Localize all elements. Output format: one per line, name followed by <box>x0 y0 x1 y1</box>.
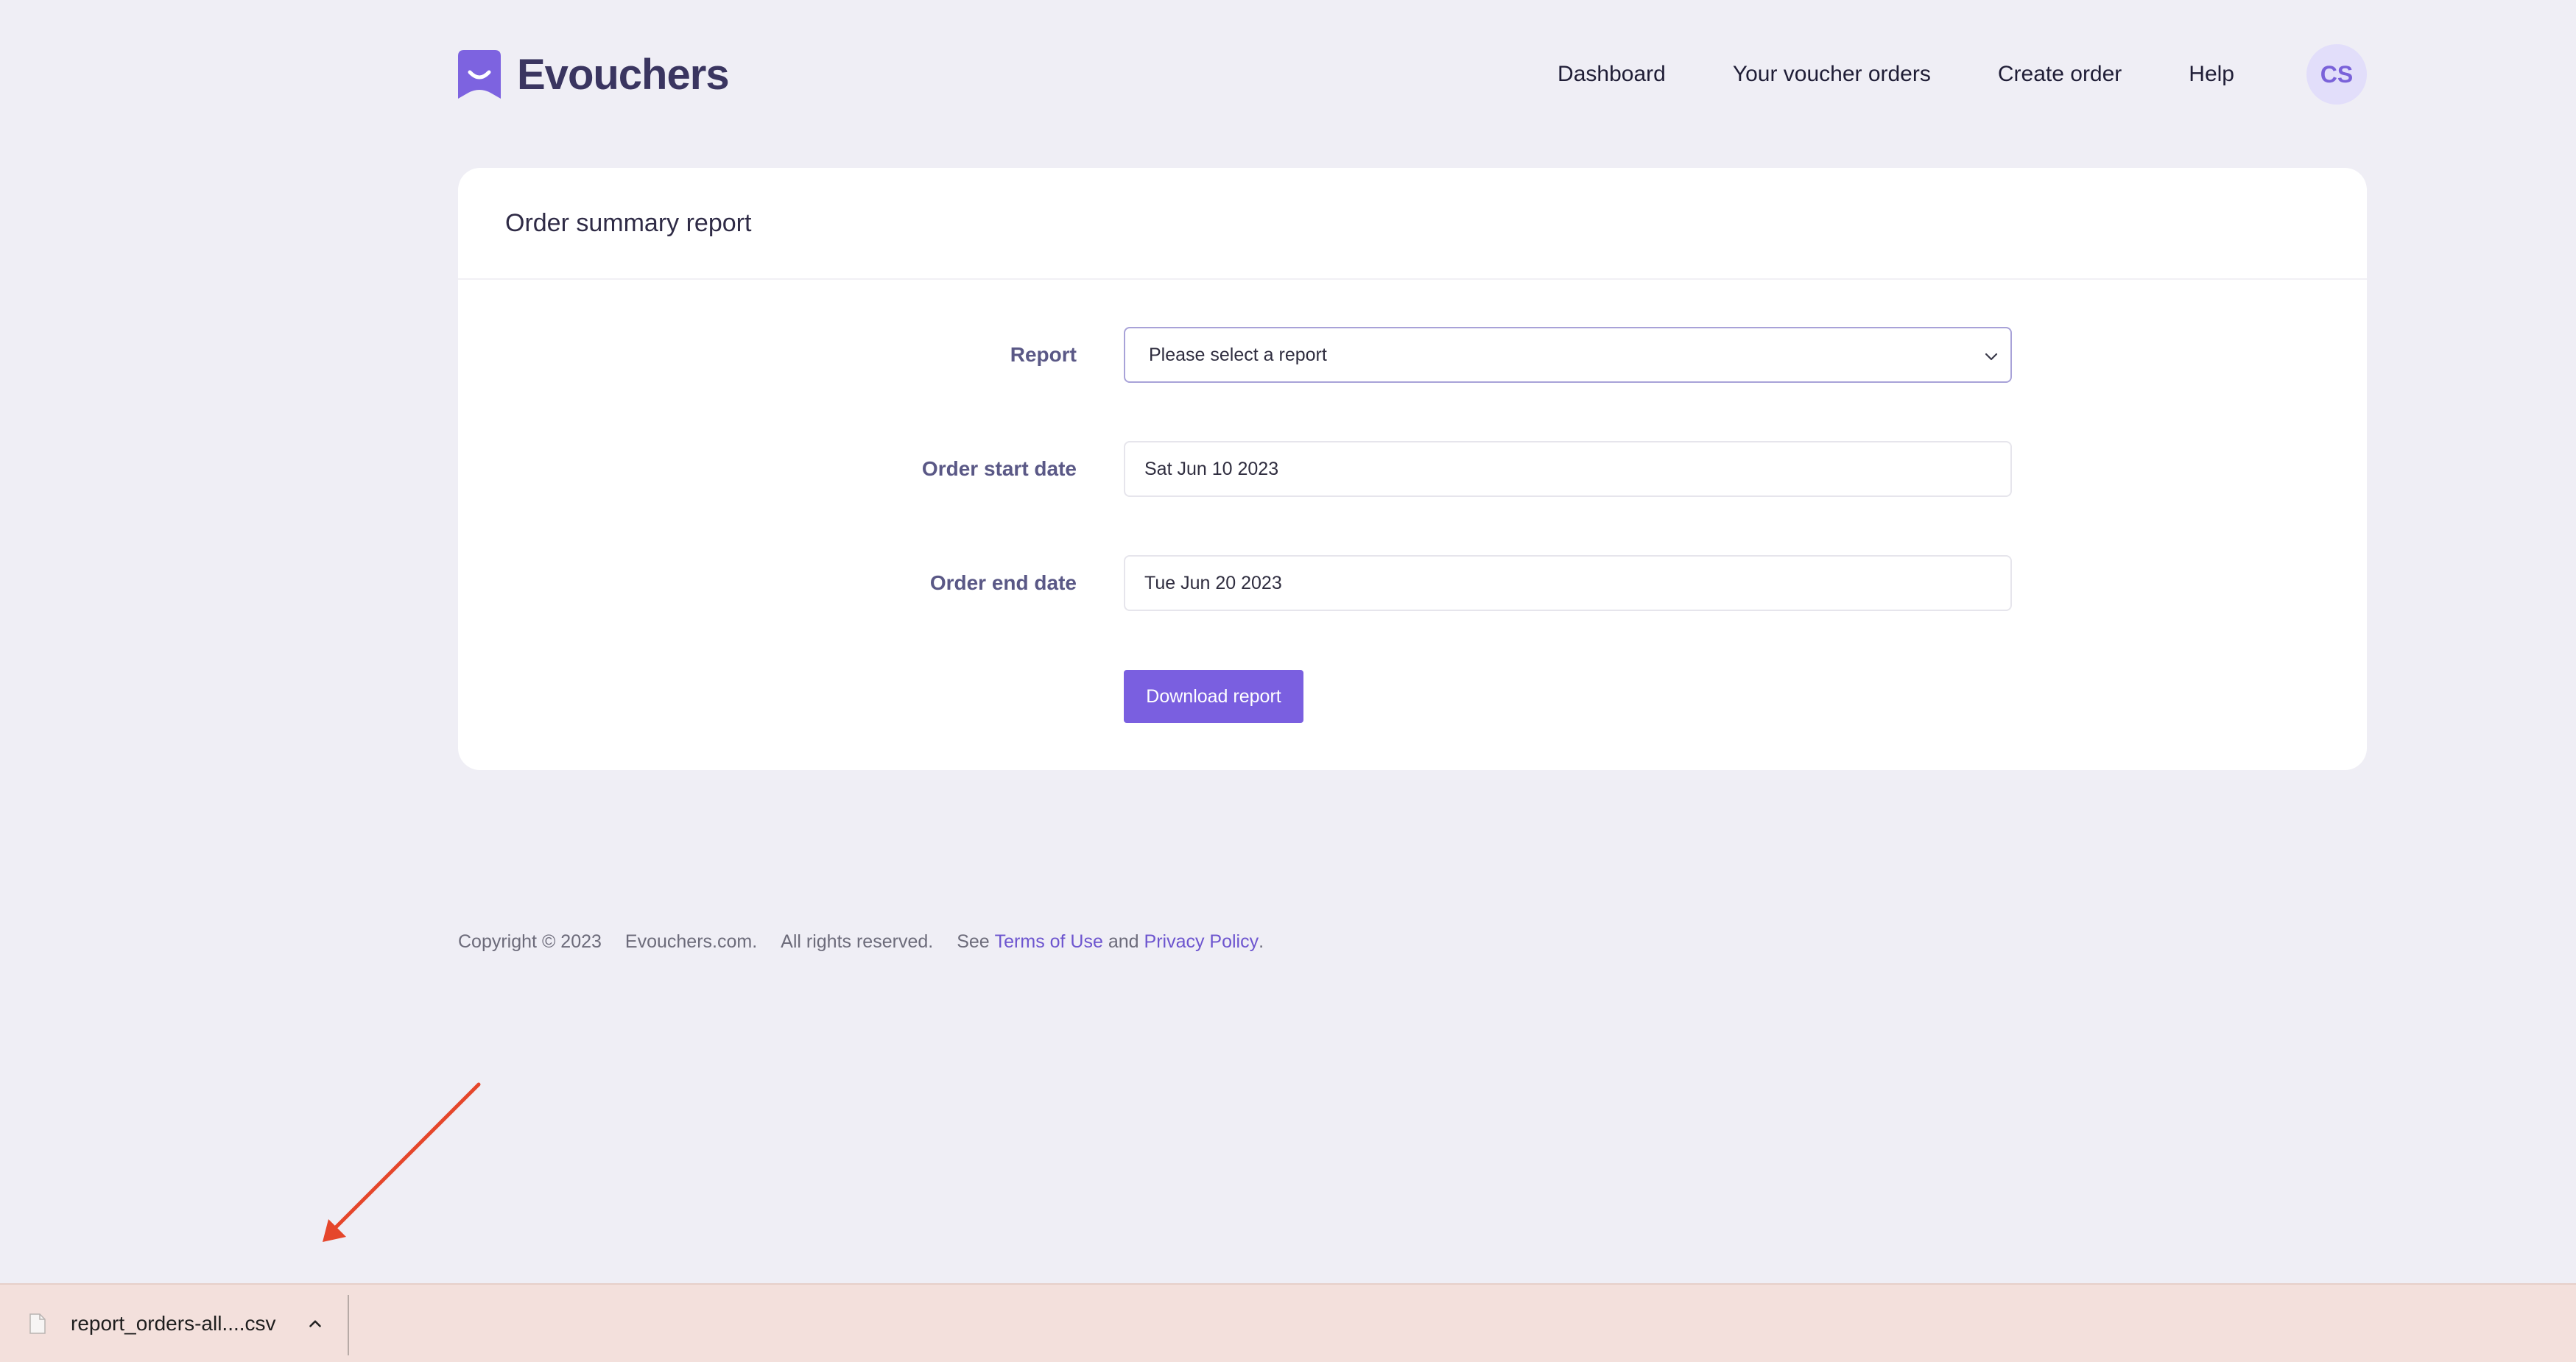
start-date-value: Sat Jun 10 2023 <box>1144 458 1279 479</box>
terms-of-use-link[interactable]: Terms of Use <box>995 931 1103 953</box>
report-card: Order summary report Report Please selec… <box>458 168 2367 770</box>
nav-help[interactable]: Help <box>2189 62 2234 87</box>
download-item[interactable]: report_orders-all....csv <box>29 1285 325 1362</box>
start-date-input[interactable]: Sat Jun 10 2023 <box>1124 441 2012 497</box>
footer-and: and <box>1102 931 1144 952</box>
download-report-button[interactable]: Download report <box>1124 670 1303 723</box>
end-date-input[interactable]: Tue Jun 20 2023 <box>1124 555 2012 611</box>
chevron-up-icon[interactable] <box>306 1314 325 1333</box>
footer-rights: All rights reserved. <box>781 931 934 952</box>
privacy-policy-link[interactable]: Privacy Policy <box>1144 931 1259 953</box>
file-icon <box>29 1313 46 1334</box>
nav-dashboard[interactable]: Dashboard <box>1558 62 1666 87</box>
start-date-label: Order start date <box>921 457 1077 480</box>
nav-create-order[interactable]: Create order <box>1998 62 2122 87</box>
footer: Copyright © 2023 Evouchers.com. All righ… <box>458 929 1264 954</box>
nav-voucher-orders[interactable]: Your voucher orders <box>1733 62 1931 87</box>
card-header: Order summary report <box>458 168 2367 280</box>
evouchers-logo-icon <box>458 50 501 99</box>
start-date-row: Order start date Sat Jun 10 2023 <box>458 441 2367 497</box>
footer-site: Evouchers.com. <box>624 931 758 952</box>
footer-see: See <box>957 931 995 952</box>
card-title: Order summary report <box>505 208 752 237</box>
report-row: Report Please select a report <box>458 327 2367 383</box>
footer-copyright: Copyright © 2023 <box>458 931 602 952</box>
report-label: Report <box>1010 343 1077 366</box>
page: Evouchers Dashboard Your voucher orders … <box>0 0 2576 1362</box>
user-avatar[interactable]: CS <box>2306 44 2367 105</box>
download-bar-divider <box>348 1295 349 1355</box>
brand[interactable]: Evouchers <box>458 50 730 99</box>
chevron-down-icon <box>1985 353 1998 361</box>
report-select[interactable]: Please select a report <box>1124 327 2012 383</box>
brand-name: Evouchers <box>517 50 730 99</box>
main-nav: Dashboard Your voucher orders Create ord… <box>1558 44 2367 105</box>
footer-period: . <box>1259 931 1264 952</box>
top-header: Evouchers Dashboard Your voucher orders … <box>458 44 2367 105</box>
end-date-value: Tue Jun 20 2023 <box>1144 572 1282 593</box>
report-select-value: Please select a report <box>1149 344 1327 365</box>
download-bar: report_orders-all....csv <box>0 1283 2576 1362</box>
end-date-row: Order end date Tue Jun 20 2023 <box>458 555 2367 611</box>
end-date-label: Order end date <box>929 571 1077 594</box>
download-file-name: report_orders-all....csv <box>71 1311 276 1335</box>
